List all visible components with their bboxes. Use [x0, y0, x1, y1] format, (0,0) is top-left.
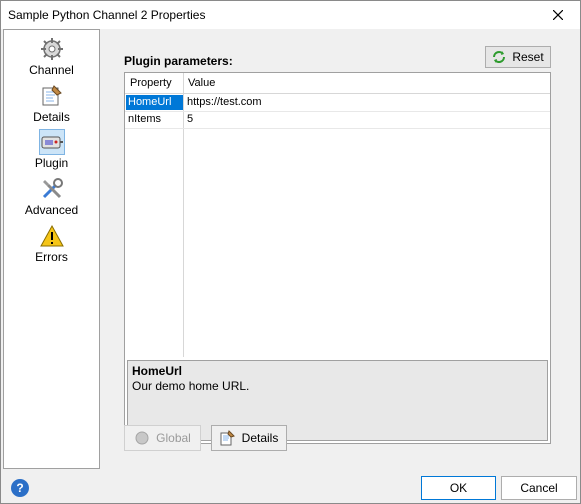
row-divider	[125, 128, 550, 129]
column-header-value[interactable]: Value	[188, 77, 215, 89]
grid-header: Property Value	[125, 73, 550, 94]
description-title: HomeUrl	[132, 364, 183, 378]
property-name-cell[interactable]: nItems	[128, 113, 161, 125]
sidebar-item-label: Advanced	[24, 203, 79, 217]
details-button[interactable]: Details	[211, 425, 287, 451]
plugin-panel: Plugin parameters: Reset Property Value …	[101, 29, 580, 469]
details-label: Details	[241, 431, 279, 445]
global-button[interactable]: Global	[124, 425, 201, 451]
plugin-icon	[38, 129, 65, 155]
sidebar: Channel Details Plugin Advanced Errors	[3, 29, 100, 469]
title-bar: Sample Python Channel 2 Properties	[1, 1, 580, 29]
refresh-icon	[493, 51, 506, 63]
sidebar-item-label: Plugin	[34, 156, 69, 170]
column-divider[interactable]	[183, 73, 184, 357]
help-icon[interactable]: ?	[11, 479, 29, 497]
warning-icon	[39, 223, 65, 249]
global-label: Global	[156, 431, 191, 445]
property-name-cell[interactable]: HomeUrl	[126, 95, 183, 110]
sidebar-item-advanced[interactable]: Advanced	[4, 174, 99, 218]
ok-label: OK	[449, 481, 468, 495]
properties-dialog: Sample Python Channel 2 Properties Chann…	[0, 0, 581, 504]
sidebar-item-label: Channel	[29, 63, 74, 77]
ok-button[interactable]: OK	[421, 476, 496, 500]
gear-icon	[39, 36, 65, 62]
reset-button[interactable]: Reset	[485, 46, 551, 68]
close-button[interactable]	[536, 1, 580, 29]
description-text: Our demo home URL.	[132, 379, 250, 393]
sidebar-item-plugin[interactable]: Plugin	[4, 127, 99, 171]
property-grid[interactable]: Property Value HomeUrl https://test.com …	[124, 72, 551, 444]
sidebar-item-errors[interactable]: Errors	[4, 221, 99, 265]
window-title: Sample Python Channel 2 Properties	[8, 8, 206, 22]
sidebar-item-label: Details	[33, 110, 70, 124]
dialog-footer: ? OK Cancel	[1, 469, 580, 503]
row-divider	[125, 111, 550, 112]
globe-icon	[135, 431, 149, 445]
column-header-property[interactable]: Property	[130, 77, 172, 89]
details-icon	[220, 430, 235, 446]
close-icon	[553, 10, 563, 20]
section-title: Plugin parameters:	[124, 54, 233, 68]
cancel-label: Cancel	[520, 481, 558, 495]
sidebar-item-channel[interactable]: Channel	[4, 34, 99, 78]
reset-label: Reset	[512, 50, 544, 64]
tools-icon	[39, 176, 65, 202]
property-value-cell[interactable]: 5	[187, 113, 193, 125]
sidebar-item-label: Errors	[35, 250, 68, 264]
property-value-cell[interactable]: https://test.com	[187, 96, 262, 108]
details-icon	[39, 83, 65, 109]
cancel-button[interactable]: Cancel	[501, 476, 577, 500]
sidebar-item-details[interactable]: Details	[4, 81, 99, 125]
